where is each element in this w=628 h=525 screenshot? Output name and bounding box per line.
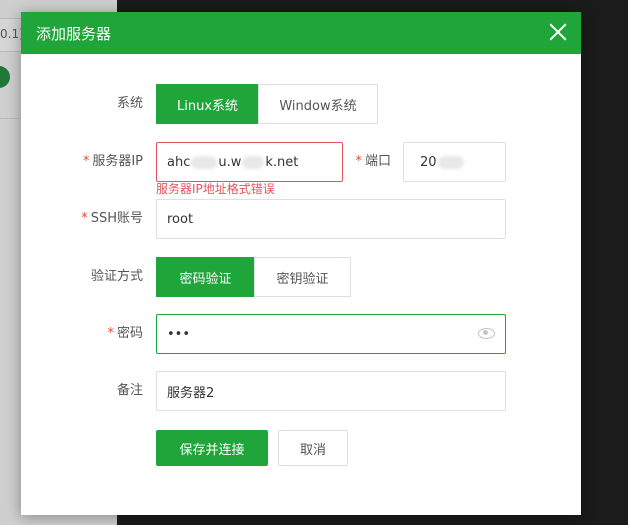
password-value: •••	[167, 326, 191, 342]
server-ip-value-end: k.net	[265, 154, 299, 170]
port-label: * 端口	[346, 152, 391, 172]
redacted-blur	[242, 155, 265, 169]
server-ip-value-mid: u.w	[218, 154, 242, 170]
server-ip-error: 服务器IP地址格式错误	[156, 182, 275, 196]
ssh-account-label: * SSH账号	[51, 209, 143, 229]
dialog-header: 添加服务器	[21, 12, 581, 54]
background-status-dot	[0, 66, 10, 88]
server-ip-label: * 服务器IP	[51, 152, 143, 172]
system-option-linux[interactable]: Linux系统	[156, 84, 259, 124]
auth-method-label-text: 验证方式	[90, 269, 143, 284]
server-ip-value-start: ahc	[167, 154, 191, 170]
port-value: 20	[420, 154, 437, 170]
password-input[interactable]: •••	[156, 314, 506, 354]
required-mark: *	[82, 154, 90, 169]
system-label: 系统	[61, 94, 143, 114]
ssh-account-value: root	[167, 211, 194, 227]
add-server-dialog: 添加服务器 系统 Linux系统 Window系统 * 服务器IP ahc u.w k…	[21, 12, 581, 515]
ssh-account-label-text: SSH账号	[90, 211, 143, 226]
cancel-button[interactable]: 取消	[278, 430, 348, 466]
server-ip-input[interactable]: ahc u.w k.net	[156, 142, 343, 182]
password-label: * 密码	[51, 324, 143, 344]
password-label-text: 密码	[116, 326, 143, 341]
required-mark: *	[355, 154, 362, 169]
required-mark: *	[107, 326, 114, 341]
auth-option-password[interactable]: 密码验证	[156, 257, 255, 297]
dialog-title: 添加服务器	[36, 24, 112, 43]
auth-method-label: 验证方式	[61, 267, 143, 287]
required-mark: *	[81, 211, 88, 226]
note-label-text: 备注	[116, 383, 143, 398]
auth-option-key[interactable]: 密钥验证	[254, 257, 351, 297]
port-input[interactable]: 20	[403, 142, 506, 182]
system-option-windows[interactable]: Window系统	[258, 84, 378, 124]
note-label: 备注	[61, 381, 143, 401]
close-icon[interactable]	[547, 21, 569, 43]
server-ip-label-text: 服务器IP	[92, 154, 143, 169]
redacted-blur	[437, 155, 464, 169]
note-value: 服务器2	[167, 385, 215, 401]
port-label-text: 端口	[364, 154, 391, 169]
ssh-account-input[interactable]: root	[156, 199, 506, 239]
redacted-blur	[191, 155, 218, 169]
eye-icon[interactable]	[478, 328, 495, 339]
system-label-text: 系统	[116, 96, 143, 111]
save-connect-button[interactable]: 保存并连接	[156, 430, 268, 466]
note-input[interactable]: 服务器2	[156, 371, 506, 411]
